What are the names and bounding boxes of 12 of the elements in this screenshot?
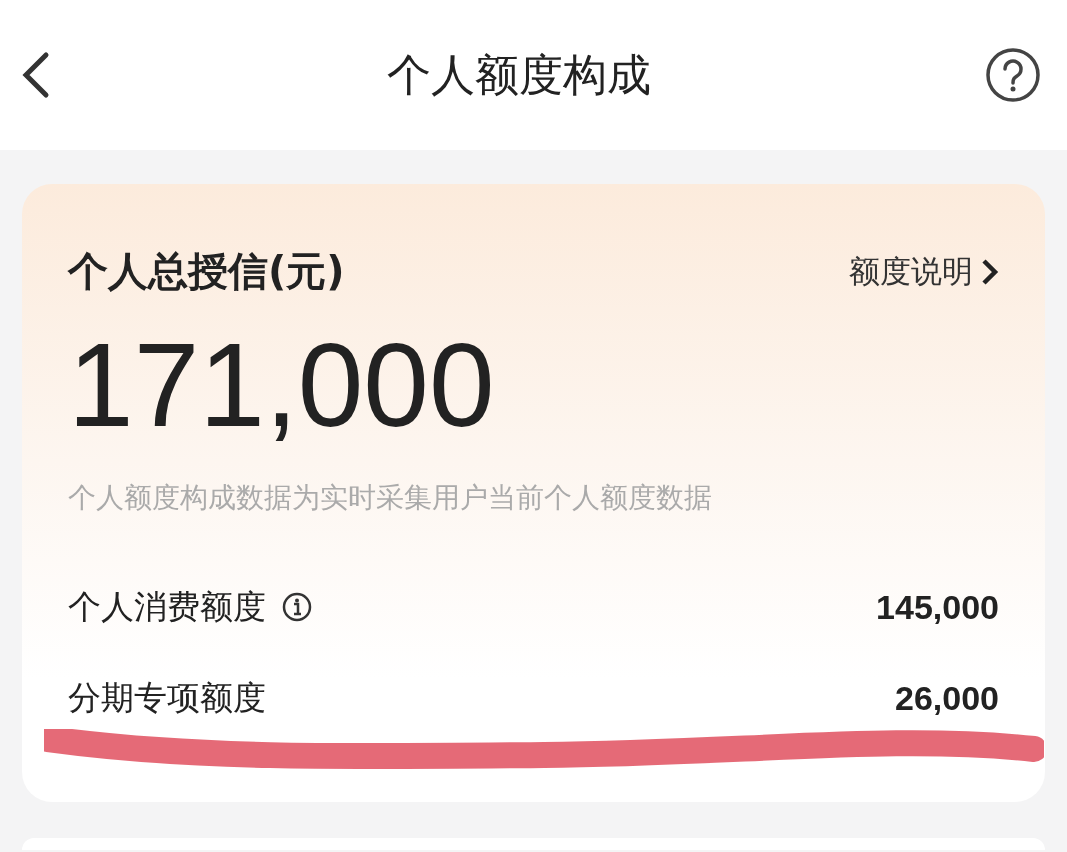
quota-label: 分期专项额度 xyxy=(68,676,266,719)
total-amount: 171,000 xyxy=(68,321,496,451)
quota-info-link[interactable]: 额度说明 xyxy=(849,250,999,293)
quota-value: 26,000 xyxy=(895,678,999,718)
page-title: 个人额度构成 xyxy=(386,47,651,102)
card-title: 个人总授信(元) xyxy=(68,247,345,296)
quota-label: 个人消费额度 xyxy=(68,585,266,628)
note-text: 个人额度构成数据为实时采集用户当前个人额度数据 xyxy=(68,479,713,516)
quota-value: 145,000 xyxy=(876,587,999,627)
info-icon[interactable] xyxy=(282,592,312,623)
chevron-icon xyxy=(981,257,999,286)
help-icon[interactable] xyxy=(985,47,1041,103)
